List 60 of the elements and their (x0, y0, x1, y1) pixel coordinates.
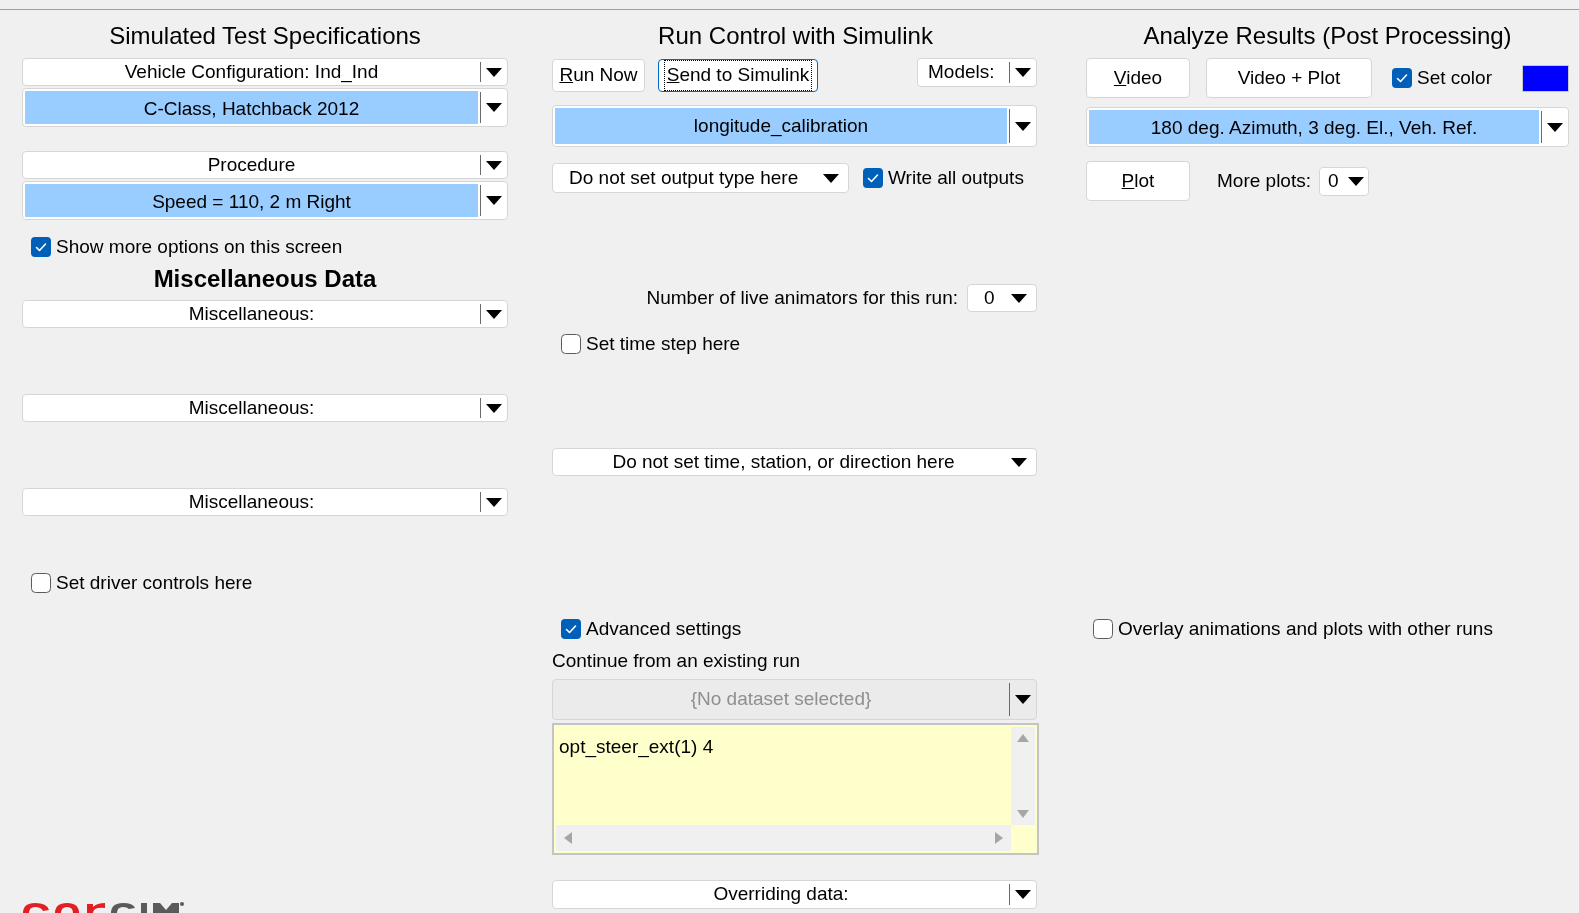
checkbox[interactable] (863, 168, 883, 188)
output-type-dropdown[interactable]: Do not set output type here (552, 163, 849, 193)
dataset-dropdown[interactable]: Speed = 110, 2 m Right (22, 181, 508, 220)
more-plots-label: More plots: (1217, 168, 1311, 193)
category-dropdown[interactable]: Miscellaneous: (22, 394, 508, 422)
caret-icon (1015, 890, 1031, 899)
animator-count-dropdown[interactable]: 0 (967, 284, 1037, 312)
color-swatch[interactable] (1522, 64, 1569, 92)
checkbox-label[interactable]: Overlay animations and plots with other runs (1118, 618, 1493, 640)
checkbox[interactable] (31, 237, 51, 257)
send-to-simulink-button[interactable]: Send to Simulink (658, 59, 818, 92)
checkbox[interactable] (1093, 619, 1113, 639)
category-dropdown[interactable]: Procedure (22, 151, 508, 179)
caret-icon (486, 103, 502, 112)
checkbox-label[interactable]: Show more options on this screen (56, 236, 343, 258)
dataset-dropdown[interactable]: longitude_calibration (552, 105, 1037, 147)
checkbox[interactable] (561, 334, 581, 354)
dataset-dropdown[interactable]: C-Class, Hatchback 2012 (22, 88, 508, 127)
checkbox-label[interactable]: Set color (1417, 67, 1492, 89)
checkbox-label[interactable]: Advanced settings (586, 618, 742, 640)
category-dropdown[interactable]: Vehicle Configuration: Ind_Ind (22, 58, 508, 86)
category-dropdown[interactable]: Miscellaneous: (22, 300, 508, 328)
caret-icon (486, 309, 502, 319)
logo-icon (23, 902, 185, 913)
plot-button[interactable]: Plot (1086, 161, 1190, 201)
caret-icon (823, 173, 839, 183)
section-title: Miscellaneous Data (152, 265, 378, 293)
category-dropdown[interactable]: Miscellaneous: (22, 488, 508, 516)
checkbox[interactable] (31, 573, 51, 593)
category-dropdown[interactable]: Overriding data: (552, 880, 1037, 909)
caret-icon (1348, 176, 1364, 186)
video-button[interactable]: Video (1086, 58, 1190, 98)
dataset-dropdown[interactable]: 180 deg. Azimuth, 3 deg. El., Veh. Ref. (1086, 107, 1569, 147)
caret-icon (1547, 122, 1563, 132)
caret-icon (1015, 695, 1031, 704)
caret-icon (486, 403, 502, 413)
checkbox-label[interactable]: Set driver controls here (56, 572, 253, 594)
models-dropdown[interactable]: Models: (917, 58, 1037, 87)
caret-icon (1015, 121, 1031, 131)
checkbox-label[interactable]: Write all outputs (888, 167, 1024, 189)
caret-icon (1011, 293, 1027, 303)
video-plot-button[interactable]: Video + Plot (1206, 58, 1372, 98)
run-now-button[interactable]: Run Now (552, 59, 645, 92)
text-field[interactable]: opt_steer_ext(1) 4 (552, 723, 1039, 855)
caret-icon (486, 67, 502, 77)
caret-icon (486, 497, 502, 507)
caret-icon (486, 160, 502, 170)
section-title: Analyze Results (Post Processing) (1142, 22, 1513, 50)
time-station-dropdown[interactable]: Do not set time, station, or direction here (552, 448, 1037, 476)
caret-icon (1015, 68, 1031, 77)
animator-count-label: Number of live animators for this run: (646, 285, 958, 310)
plot-count-dropdown[interactable]: 0 (1319, 166, 1369, 196)
continue-run-label: Continue from an existing run (552, 649, 802, 673)
checkbox[interactable] (561, 619, 581, 639)
checkbox-label[interactable]: Set time step here (586, 333, 741, 355)
section-title: Run Control with Simulink (657, 22, 934, 50)
section-title: Simulated Test Specifications (108, 22, 422, 50)
checkbox[interactable] (1392, 68, 1412, 88)
caret-icon (1011, 457, 1027, 467)
caret-icon (486, 196, 502, 205)
